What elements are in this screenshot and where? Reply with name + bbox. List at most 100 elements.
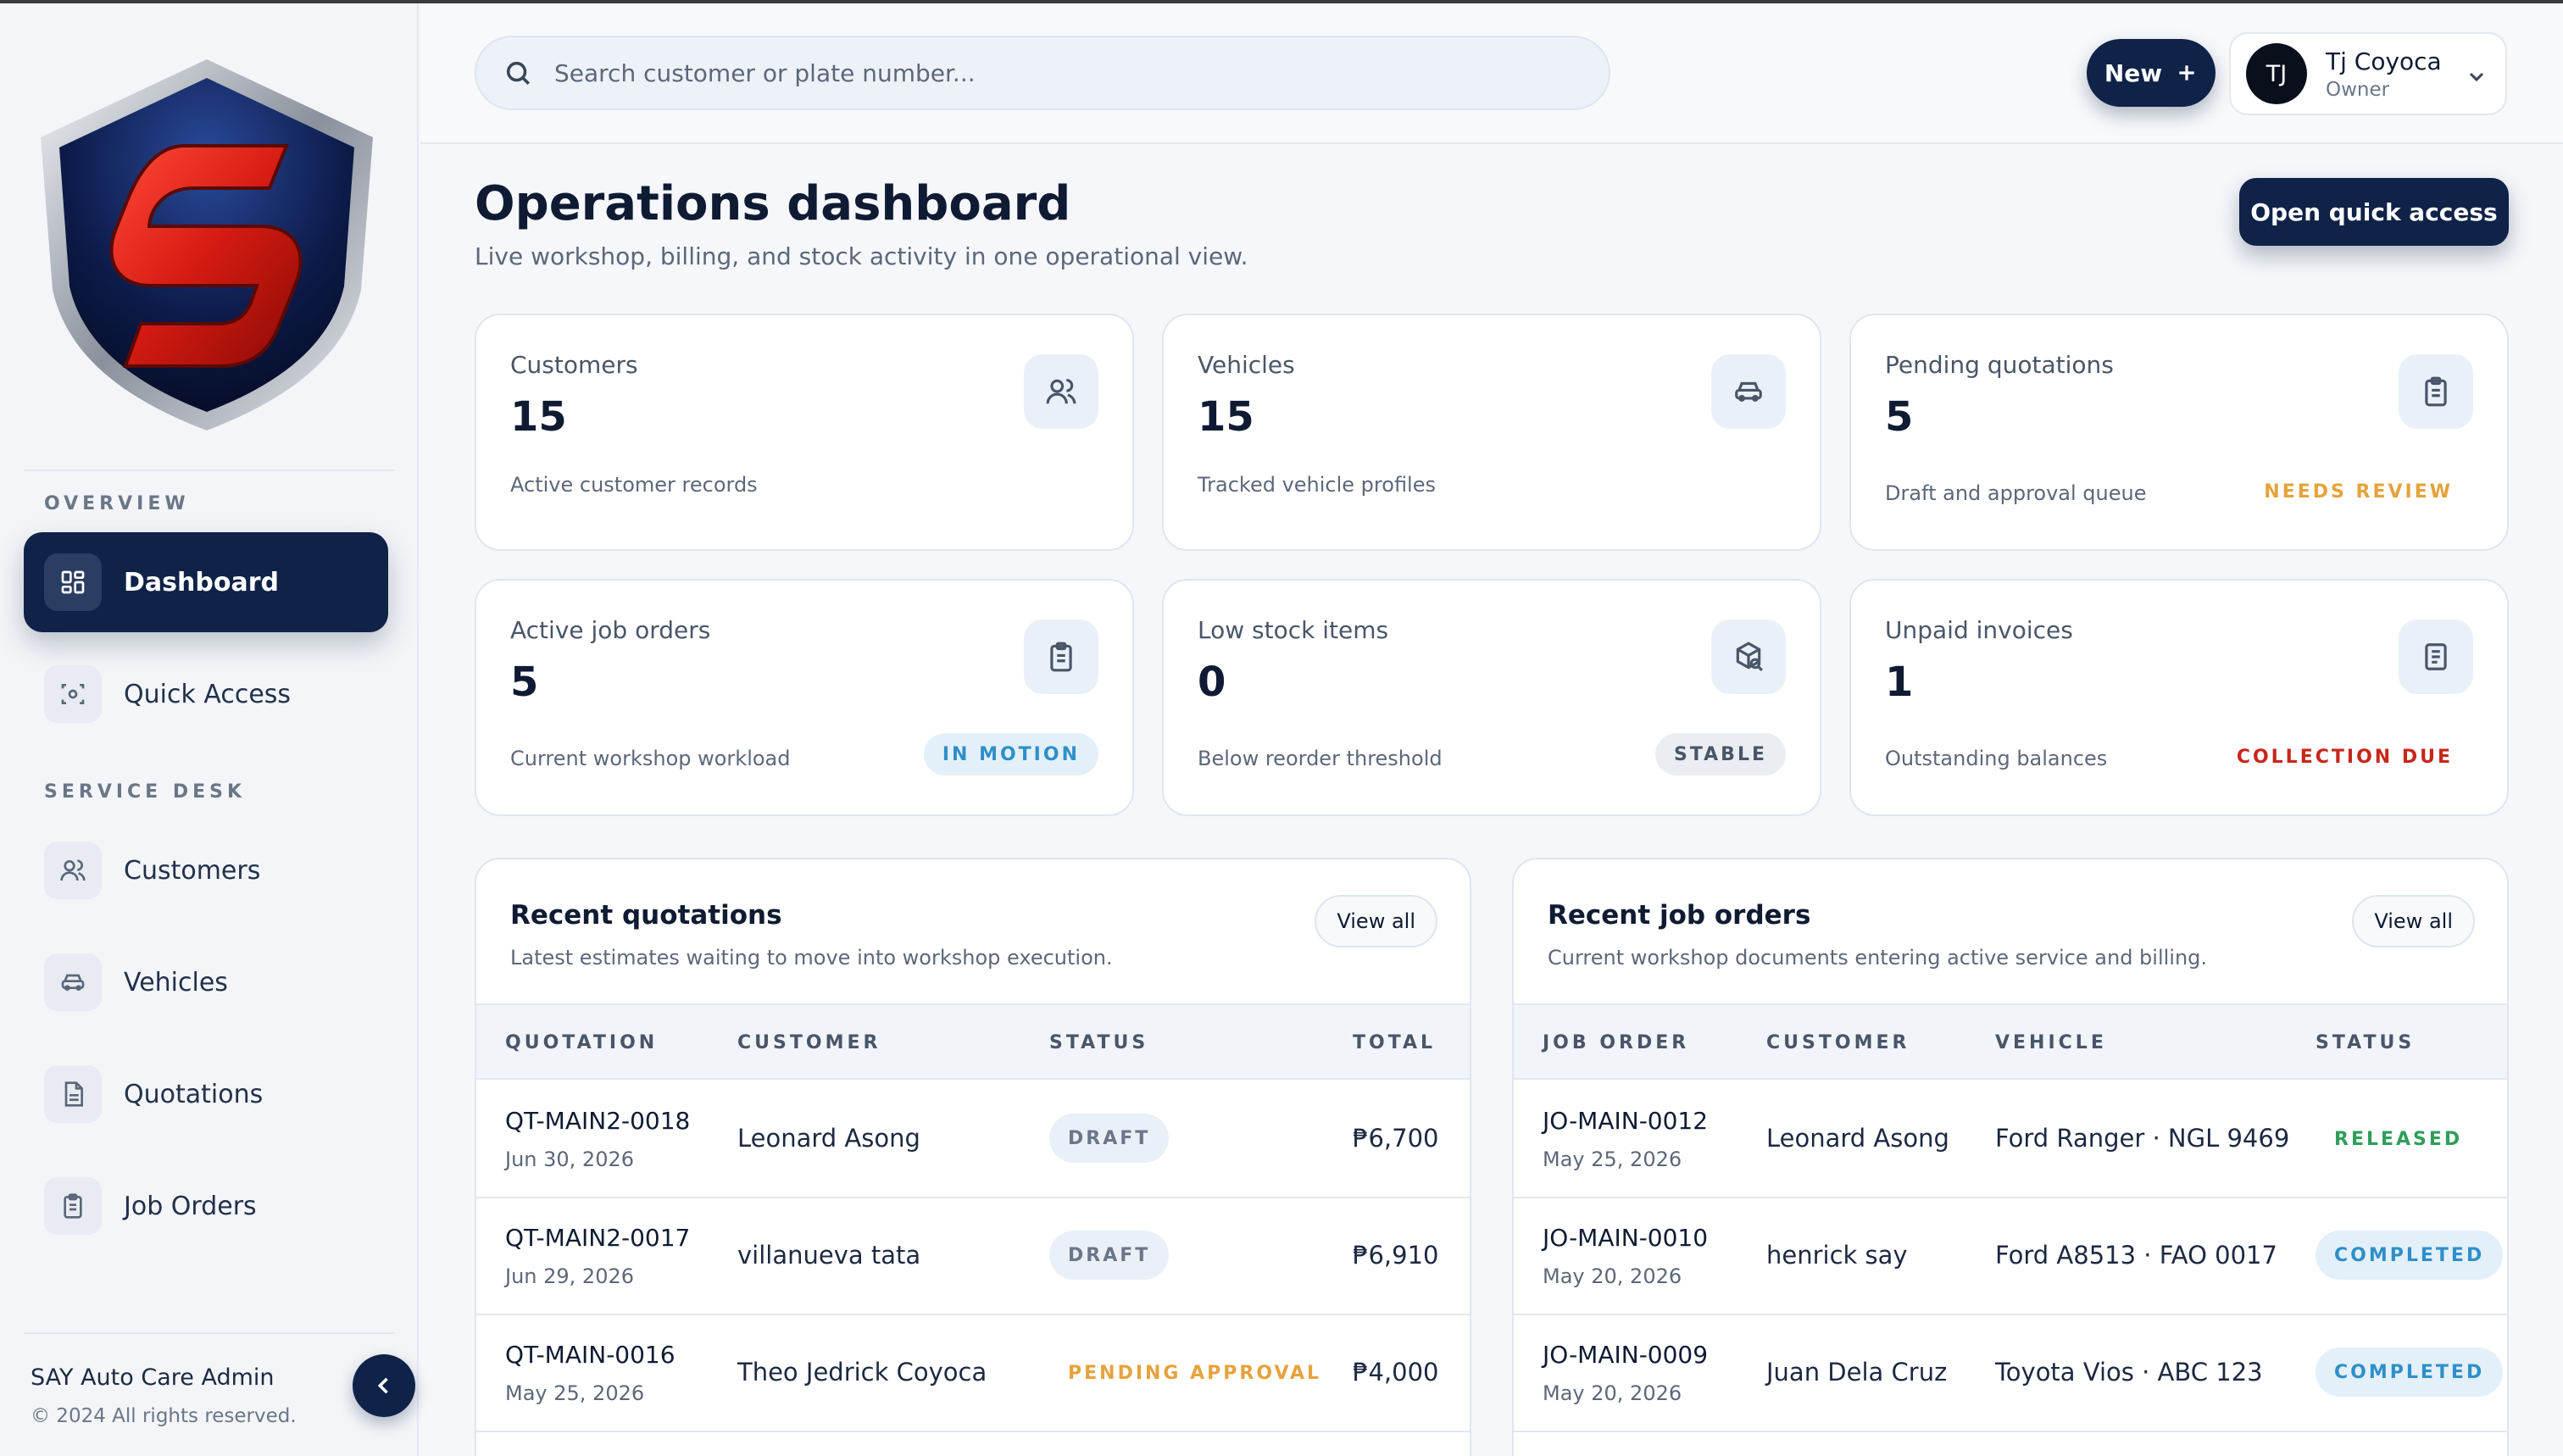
status-badge: COMPLETED [2316, 1231, 2504, 1280]
stat-card-unpaid-invoices[interactable]: Unpaid invoices 1 Outstanding balances C… [1849, 579, 2509, 816]
stat-value: 15 [510, 393, 567, 441]
stat-label: Customers [510, 351, 638, 379]
stat-card-customers[interactable]: Customers 15 Active customer records [475, 314, 1134, 551]
column-header[interactable]: QUOTATION [505, 1032, 658, 1053]
vehicle-info: Toyota Vios · ABC 123 [1995, 1358, 2263, 1387]
column-header[interactable]: VEHICLE [1995, 1032, 2107, 1053]
sidebar-item-quick-access[interactable]: Quick Access [24, 644, 388, 744]
sidebar-item-label: Customers [124, 855, 261, 886]
clipboard-icon [2399, 354, 2473, 429]
recent-job-orders-panel: Recent job orders Current workshop docum… [1512, 858, 2509, 1456]
total-amount: ₱4,000 [1353, 1358, 1439, 1387]
column-header[interactable]: TOTAL [1353, 1032, 1436, 1053]
sidebar-section-service-desk: SERVICE DESK [44, 781, 247, 803]
sidebar-item-label: Job Orders [124, 1191, 257, 1221]
sidebar-item-label: Dashboard [124, 567, 279, 597]
sidebar-divider [24, 1332, 395, 1334]
users-icon [1024, 354, 1098, 429]
panel-subtitle: Current workshop documents entering acti… [1548, 946, 2208, 970]
stat-description: Current workshop workload [510, 747, 791, 770]
stat-label: Pending quotations [1885, 351, 2114, 379]
panel-title: Recent quotations [510, 900, 782, 931]
total-amount: ₱6,910 [1353, 1241, 1439, 1270]
column-header[interactable]: CUSTOMER [737, 1032, 881, 1053]
user-role: Owner [2326, 78, 2390, 101]
invoice-icon [2399, 620, 2473, 694]
job-order-id[interactable]: JO-MAIN-0012 [1543, 1107, 1708, 1135]
table-row[interactable]: QT-MAIN2-0017 Jun 29, 2026 villanueva ta… [476, 1198, 1470, 1315]
clipboard-icon [44, 1177, 102, 1235]
table-row[interactable]: QT-MAIN-0016 May 25, 2026 Theo Jedrick C… [476, 1315, 1470, 1432]
copyright-text: © 2024 All rights reserved. [31, 1405, 297, 1427]
stat-description: Active customer records [510, 473, 758, 497]
search-bar[interactable] [475, 36, 1610, 110]
table-row[interactable]: JO-MAIN-0012 May 25, 2026 Leonard Asong … [1514, 1081, 2507, 1198]
stat-card-low-stock-items[interactable]: Low stock items 0 Below reorder threshol… [1162, 579, 1821, 816]
column-header[interactable]: STATUS [1049, 1032, 1148, 1053]
sidebar-item-quotations[interactable]: Quotations [24, 1044, 388, 1144]
panel-subtitle: Latest estimates waiting to move into wo… [510, 946, 1113, 970]
job-order-id[interactable]: JO-MAIN-0009 [1543, 1341, 1708, 1369]
open-quick-access-button[interactable]: Open quick access [2239, 178, 2509, 246]
collapse-sidebar-button[interactable] [353, 1354, 415, 1417]
stat-label: Vehicles [1198, 351, 1295, 379]
quotation-id[interactable]: QT-MAIN2-0018 [505, 1107, 690, 1135]
customer-name: Juan Dela Cruz [1766, 1358, 1948, 1387]
sidebar-item-label: Quotations [124, 1079, 264, 1109]
stat-label: Unpaid invoices [1885, 616, 2073, 644]
search-input[interactable] [554, 58, 1571, 87]
table-row[interactable]: JO-MAIN-0010 May 20, 2026 henrick say Fo… [1514, 1198, 2507, 1315]
stat-description: Tracked vehicle profiles [1198, 473, 1436, 497]
search-icon [506, 61, 531, 86]
stat-card-vehicles[interactable]: Vehicles 15 Tracked vehicle profiles [1162, 314, 1821, 551]
package-search-icon [1711, 620, 1786, 694]
table-row[interactable]: JO-MAIN-0009 May 20, 2026 Juan Dela Cruz… [1514, 1315, 2507, 1432]
sidebar-item-job-orders[interactable]: Job Orders [24, 1156, 388, 1256]
stat-label: Low stock items [1198, 616, 1389, 644]
view-all-quotations-button[interactable]: View all [1315, 895, 1437, 948]
status-badge: IN MOTION [923, 733, 1098, 775]
column-header[interactable]: STATUS [2316, 1032, 2415, 1053]
quotation-id[interactable]: QT-MAIN-0016 [505, 1341, 675, 1369]
column-header[interactable]: JOB ORDER [1543, 1032, 1689, 1053]
brand-logo-shield-icon[interactable] [32, 53, 381, 436]
new-button[interactable]: New [2087, 39, 2216, 107]
quotation-id[interactable]: QT-MAIN2-0017 [505, 1224, 690, 1252]
sidebar-item-dashboard[interactable]: Dashboard [24, 532, 388, 632]
stat-description: Below reorder threshold [1198, 747, 1443, 770]
sidebar-item-vehicles[interactable]: Vehicles [24, 932, 388, 1032]
car-icon [1711, 354, 1786, 429]
scan-icon [44, 665, 102, 723]
quotation-date: Jun 30, 2026 [505, 1148, 635, 1171]
quotation-date: May 25, 2026 [505, 1381, 645, 1405]
sidebar-divider [24, 470, 395, 471]
panel-title: Recent job orders [1548, 900, 1811, 931]
job-order-id[interactable]: JO-MAIN-0010 [1543, 1224, 1708, 1252]
stat-value: 1 [1885, 659, 1914, 706]
status-badge: DRAFT [1049, 1231, 1170, 1280]
vehicle-info: Ford A8513 · FAO 0017 [1995, 1241, 2277, 1270]
status-badge: PENDING APPROVAL [1068, 1363, 1322, 1384]
clipboard-icon [1024, 620, 1098, 694]
customer-name: Theo Jedrick Coyoca [737, 1358, 987, 1387]
chevron-left-icon [377, 1377, 388, 1394]
status-badge: RELEASED [2334, 1129, 2463, 1150]
stat-card-active-job-orders[interactable]: Active job orders 5 Current workshop wor… [475, 579, 1134, 816]
job-order-date: May 20, 2026 [1543, 1381, 1682, 1405]
customer-name: Leonard Asong [1766, 1124, 1949, 1153]
stat-card-pending-quotations[interactable]: Pending quotations 5 Draft and approval … [1849, 314, 2509, 551]
status-badge: NEEDS REVIEW [2264, 481, 2453, 503]
view-all-job-orders-button[interactable]: View all [2352, 895, 2475, 948]
plus-icon [2179, 65, 2194, 81]
sidebar: OVERVIEW Dashboard Quick Access SERVICE … [0, 3, 419, 1456]
user-menu[interactable]: TJ Tj Coyoca Owner [2229, 32, 2507, 115]
customer-name: villanueva tata [737, 1241, 921, 1270]
car-icon [44, 953, 102, 1011]
brand-name: SAY Auto Care Admin [31, 1364, 275, 1391]
column-header[interactable]: CUSTOMER [1766, 1032, 1910, 1053]
top-header: New TJ Tj Coyoca Owner [420, 3, 2563, 144]
sidebar-item-customers[interactable]: Customers [24, 820, 388, 920]
page-subtitle: Live workshop, billing, and stock activi… [475, 242, 1248, 270]
table-row[interactable]: QT-MAIN2-0018 Jun 30, 2026 Leonard Asong… [476, 1081, 1470, 1198]
job-order-date: May 20, 2026 [1543, 1264, 1682, 1288]
